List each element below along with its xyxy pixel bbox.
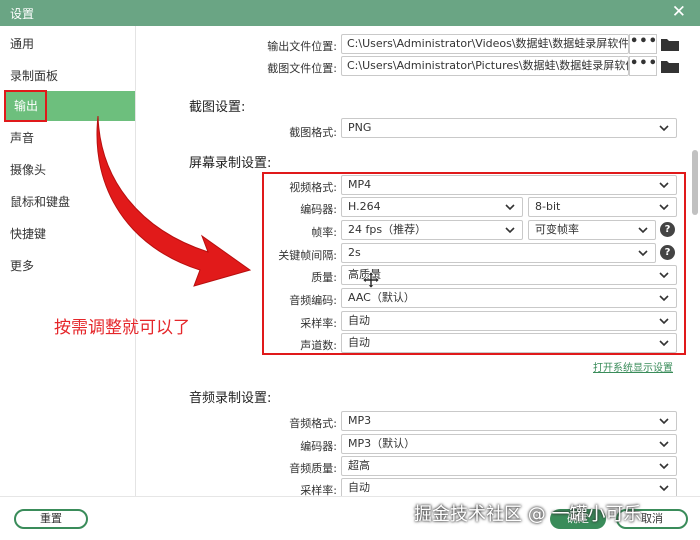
video-path-label: 输出文件位置: (267, 40, 337, 53)
folder-icon[interactable] (661, 38, 679, 51)
chevron-down-icon (659, 418, 669, 425)
audio-rec-section-title: 音频录制设置: (189, 391, 272, 406)
watermark: 掘金技术社区 @ 一罐小可乐 (414, 504, 642, 525)
title-bar: 设置 ✕ (0, 0, 700, 26)
chevron-down-icon (659, 125, 669, 132)
folder-icon[interactable] (661, 60, 679, 73)
shot-path-browse-button[interactable]: ••• (629, 56, 657, 76)
screenshot-format-value: PNG (348, 121, 372, 134)
annotation-text: 按需调整就可以了 (54, 318, 190, 338)
scrollbar-thumb[interactable] (692, 150, 698, 215)
close-icon[interactable]: ✕ (672, 2, 686, 22)
audio-encoder2-value: MP3（默认） (348, 437, 416, 450)
audio-encoder2-select[interactable]: MP3（默认） (341, 434, 677, 454)
audio-sample-rate-select[interactable]: 自动 (341, 478, 677, 498)
red-arrow-icon (96, 115, 252, 287)
chevron-down-icon (659, 441, 669, 448)
chevron-down-icon (659, 485, 669, 492)
video-path-field[interactable]: C:\Users\Administrator\Videos\数据蛙\数据蛙录屏软… (341, 34, 629, 54)
sidebar-item-record-panel[interactable]: 录制面板 (0, 61, 136, 91)
shot-path-field[interactable]: C:\Users\Administrator\Pictures\数据蛙\数据蛙录… (341, 56, 629, 76)
sidebar-item-general[interactable]: 通用 (0, 29, 136, 59)
shot-path-label: 截图文件位置: (267, 62, 337, 75)
audio-quality-label: 音频质量: (289, 462, 337, 475)
audio-quality-select[interactable]: 超高 (341, 456, 677, 476)
video-path-browse-button[interactable]: ••• (629, 34, 657, 54)
audio-encoder2-label: 编码器: (300, 440, 337, 453)
window-title: 设置 (10, 7, 35, 21)
screen-rec-highlight-box (262, 172, 686, 355)
audio-format-value: MP3 (348, 414, 372, 427)
audio-quality-value: 超高 (348, 459, 370, 472)
chevron-down-icon (659, 463, 669, 470)
screenshot-format-select[interactable]: PNG (341, 118, 677, 138)
reset-button[interactable]: 重置 (14, 509, 88, 529)
audio-sample-rate-value: 自动 (348, 481, 370, 494)
audio-format-select[interactable]: MP3 (341, 411, 677, 431)
display-settings-link[interactable]: 打开系统显示设置 (593, 359, 673, 374)
audio-format-label: 音频格式: (289, 417, 337, 430)
sidebar-highlight-box (4, 90, 47, 122)
